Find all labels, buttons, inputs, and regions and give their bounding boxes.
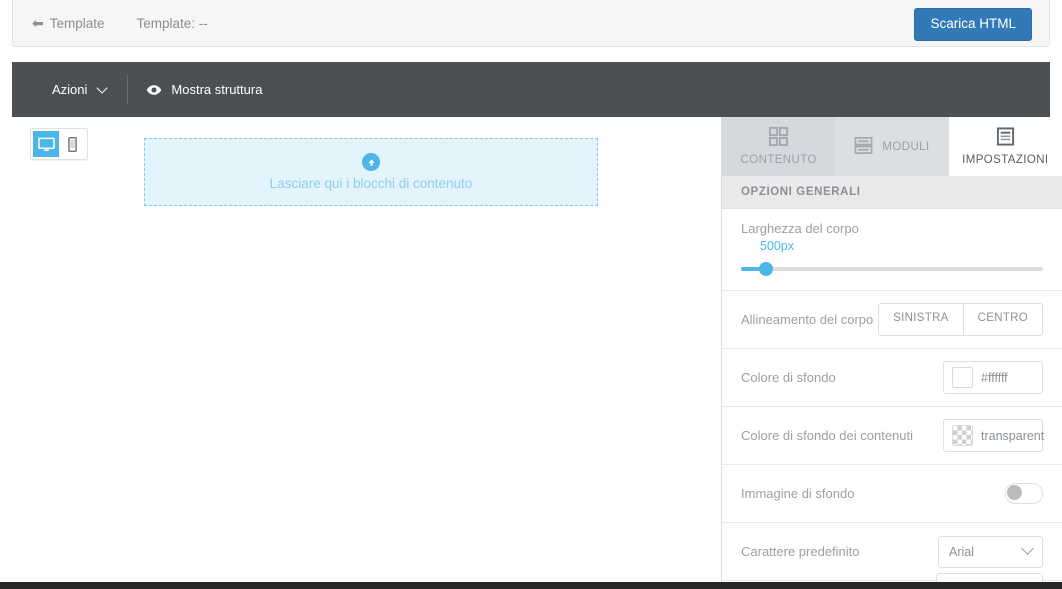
actions-menu-button[interactable]: Azioni: [12, 62, 129, 117]
device-preview-toggle: [30, 128, 88, 160]
device-toggle-mobile[interactable]: [59, 131, 85, 157]
background-image-toggle[interactable]: [1005, 483, 1043, 504]
toggle-knob: [1007, 485, 1022, 500]
content-background-color-field[interactable]: transparent: [943, 419, 1045, 452]
tab-impostazioni[interactable]: IMPOSTAZIONI: [948, 117, 1062, 176]
body-width-value: 500px: [760, 239, 795, 253]
arrow-up-circle-icon: [362, 153, 380, 171]
background-image-label: Immagine di sfondo: [741, 486, 855, 501]
color-swatch-white: [952, 367, 973, 388]
back-link-label: Template: [49, 15, 105, 31]
actions-menu-label: Azioni: [52, 82, 88, 97]
align-left-button[interactable]: SINISTRA: [878, 303, 964, 336]
section-header-general-options: OPZIONI GENERALI: [722, 176, 1062, 209]
show-structure-label: Mostra struttura: [171, 82, 263, 97]
row-background-image: Immagine di sfondo: [722, 465, 1062, 523]
default-font-select[interactable]: Arial: [938, 535, 1043, 568]
app-root: ⬅ Template Template: -- Scarica HTML Azi…: [0, 0, 1062, 589]
background-color-value: #ffffff: [981, 370, 1008, 385]
body-alignment-label: Allineamento del corpo: [741, 312, 874, 327]
default-font-label: Carattere predefinito: [741, 544, 860, 559]
mobile-icon: [67, 136, 77, 152]
body-width-label: Larghezza del corpo: [741, 221, 859, 236]
editor-canvas: Lasciare qui i blocchi di contenuto: [12, 117, 722, 582]
panel-tabs: CONTENUTO MODULI IMPOSTAZIONI: [722, 117, 1062, 176]
content-dropzone[interactable]: Lasciare qui i blocchi di contenuto: [144, 138, 598, 206]
body-width-slider[interactable]: [741, 262, 1043, 276]
editor-toolbar: Azioni Mostra struttura: [12, 62, 1050, 117]
chevron-down-icon: [1021, 542, 1034, 555]
row-background-color: Colore di sfondo #ffffff: [722, 349, 1062, 407]
background-color-field[interactable]: #ffffff: [943, 361, 1043, 394]
top-header: ⬅ Template Template: -- Scarica HTML: [12, 0, 1050, 47]
tab-contenuto-label: CONTENUTO: [740, 154, 817, 166]
chevron-down-icon: [96, 81, 109, 94]
device-toggle-desktop[interactable]: [33, 131, 59, 157]
slider-thumb[interactable]: [759, 262, 774, 276]
template-name-label: Template: --: [136, 15, 208, 31]
rows-icon: [854, 136, 873, 158]
row-body-width: Larghezza del corpo 500px: [722, 209, 1062, 291]
partial-control[interactable]: [936, 573, 1043, 582]
background-color-label: Colore di sfondo: [741, 370, 836, 385]
content-background-color-label: Colore di sfondo dei contenuti: [741, 428, 914, 443]
back-to-template-link[interactable]: ⬅ Template: [32, 16, 105, 31]
bottom-bar: [0, 582, 1062, 589]
grid-icon: [769, 126, 789, 149]
arrow-left-icon: ⬅: [32, 15, 44, 31]
settings-panel: CONTENUTO MODULI IMPOSTAZIONI OPZIONI GE…: [722, 117, 1062, 582]
dropzone-label: Lasciare qui i blocchi di contenuto: [269, 176, 473, 191]
tab-impostazioni-label: IMPOSTAZIONI: [962, 154, 1049, 166]
document-icon: [996, 127, 1015, 149]
eye-icon: [146, 82, 162, 98]
content-background-color-value: transparent: [981, 428, 1045, 443]
default-font-value: Arial: [949, 544, 975, 559]
align-center-button[interactable]: CENTRO: [963, 303, 1043, 336]
download-html-button[interactable]: Scarica HTML: [914, 8, 1032, 41]
tab-moduli-label: MODULI: [882, 140, 930, 153]
tab-moduli[interactable]: MODULI: [835, 117, 949, 176]
show-structure-button[interactable]: Mostra struttura: [128, 62, 280, 117]
body-alignment-segmented: SINISTRA CENTRO: [878, 303, 1043, 336]
desktop-icon: [37, 137, 55, 151]
tab-contenuto[interactable]: CONTENUTO: [722, 117, 836, 176]
slider-track: [741, 267, 1043, 271]
color-swatch-transparent: [952, 425, 973, 446]
row-body-alignment: Allineamento del corpo SINISTRA CENTRO: [722, 291, 1062, 349]
row-content-background-color: Colore di sfondo dei contenuti transpare…: [722, 407, 1062, 465]
